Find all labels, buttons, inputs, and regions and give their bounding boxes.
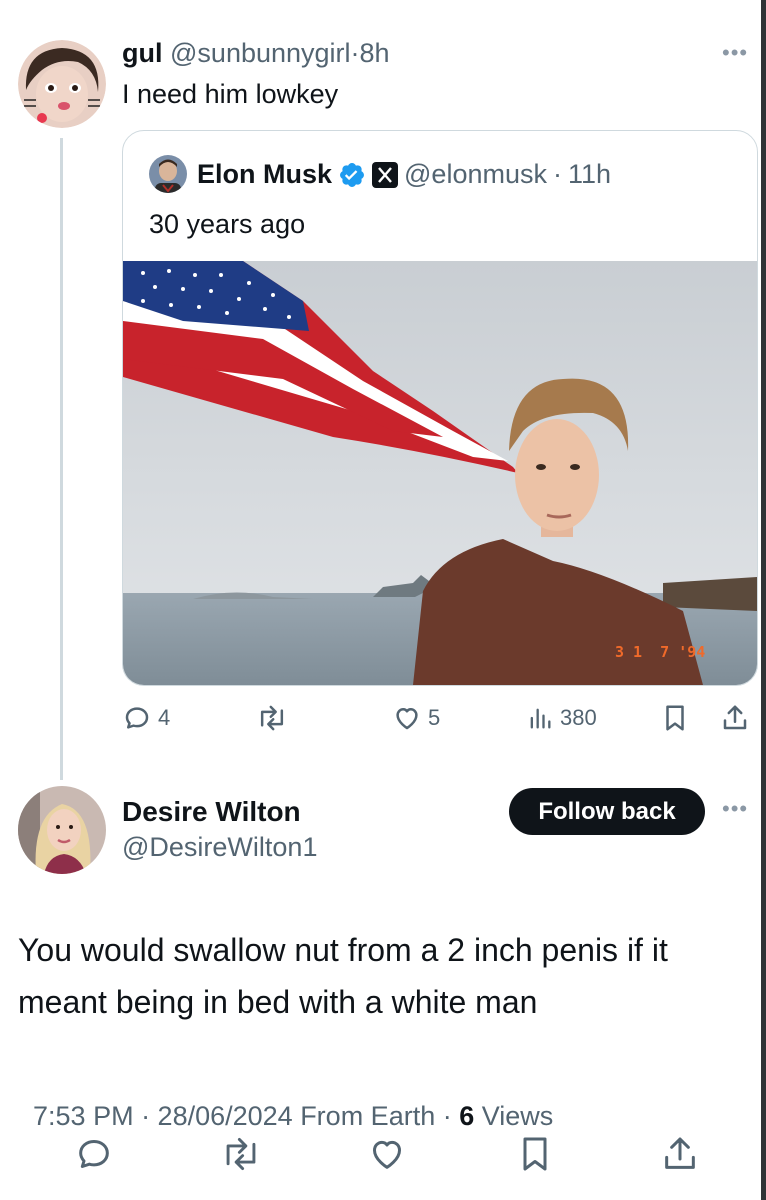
main-tweet-text: You would swallow nut from a 2 inch peni… [18,924,668,1028]
main-reply-action[interactable] [74,1134,114,1174]
reply-more-icon[interactable]: ••• [722,40,748,66]
main-share-action[interactable] [660,1134,700,1174]
retweet-icon [260,705,284,731]
bookmark-icon [523,1137,547,1171]
quote-separator: · [552,159,562,189]
reply-separator: · [350,38,360,68]
reply-time[interactable]: 8h [360,38,390,68]
reply-icon [79,1140,109,1168]
reply-handle[interactable]: @sunbunnygirl [170,38,351,68]
photo-scene [123,261,757,685]
x-logo-icon [372,161,399,188]
tweet-timestamp[interactable]: 7:53 PM · 28/06/2024 From Earth · [33,1101,459,1131]
main-handle[interactable]: @DesireWilton1 [122,832,317,863]
photo-date-stamp: 3 1 7 '94 [615,643,706,661]
reply-text: I need him lowkey [122,79,339,109]
quote-display-name: Elon Musk [197,159,333,189]
verified-badge-icon [338,161,366,189]
retweet-icon [226,1138,256,1170]
views-count: 380 [560,705,597,730]
views-action[interactable]: 380 [526,703,597,733]
like-action[interactable]: 5 [392,703,440,733]
main-tweet-text-line1: You would swallow nut from a 2 inch peni… [18,932,668,968]
main-like-action[interactable] [367,1134,407,1174]
reply-action[interactable]: 4 [122,703,170,733]
quote-handle: @elonmusk [404,159,547,189]
avatar-elon [149,155,187,193]
quoted-tweet-card[interactable]: Elon Musk @elonmusk · 11h 30 years ago 3… [122,130,758,686]
reply-icon [125,707,149,729]
avatar-elon-image [149,155,187,193]
tweet-meta: 7:53 PM · 28/06/2024 From Earth · 6 View… [18,1070,553,1132]
quoted-photo[interactable]: 3 1 7 '94 [123,261,757,685]
main-bookmark-action[interactable] [515,1134,555,1174]
reply-display-name[interactable]: gul [122,38,163,68]
heart-icon [373,1140,401,1169]
bookmark-action[interactable] [660,703,690,733]
reply-count: 4 [158,705,171,730]
views-label-main: Views [474,1101,554,1131]
main-display-name[interactable]: Desire Wilton [122,796,301,828]
thread-line [60,138,63,780]
bookmark-icon [666,705,684,731]
main-retweet-action[interactable] [220,1134,262,1174]
views-icon [530,708,551,729]
avatar-desire-wilton[interactable] [18,786,106,874]
quote-text: 30 years ago [149,209,306,239]
quote-header: Elon Musk @elonmusk · 11h [197,159,611,190]
follow-back-button[interactable]: Follow back [509,788,705,835]
views-count-main: 6 [459,1101,475,1131]
reply-header: gul @sunbunnygirl·8h [122,38,390,69]
share-icon [723,705,747,730]
avatar-gul-image [18,40,106,128]
avatar-desire-image [18,786,106,874]
main-more-icon[interactable]: ••• [722,796,748,822]
avatar-gul[interactable] [18,40,106,128]
window-edge [761,0,766,1200]
quote-time: 11h [567,159,612,189]
share-icon [665,1137,695,1169]
like-count: 5 [428,705,441,730]
retweet-action[interactable] [256,703,294,733]
share-action[interactable] [720,703,750,733]
main-tweet-text-line2: meant being in bed with a white man [18,984,538,1020]
heart-icon [396,708,418,730]
